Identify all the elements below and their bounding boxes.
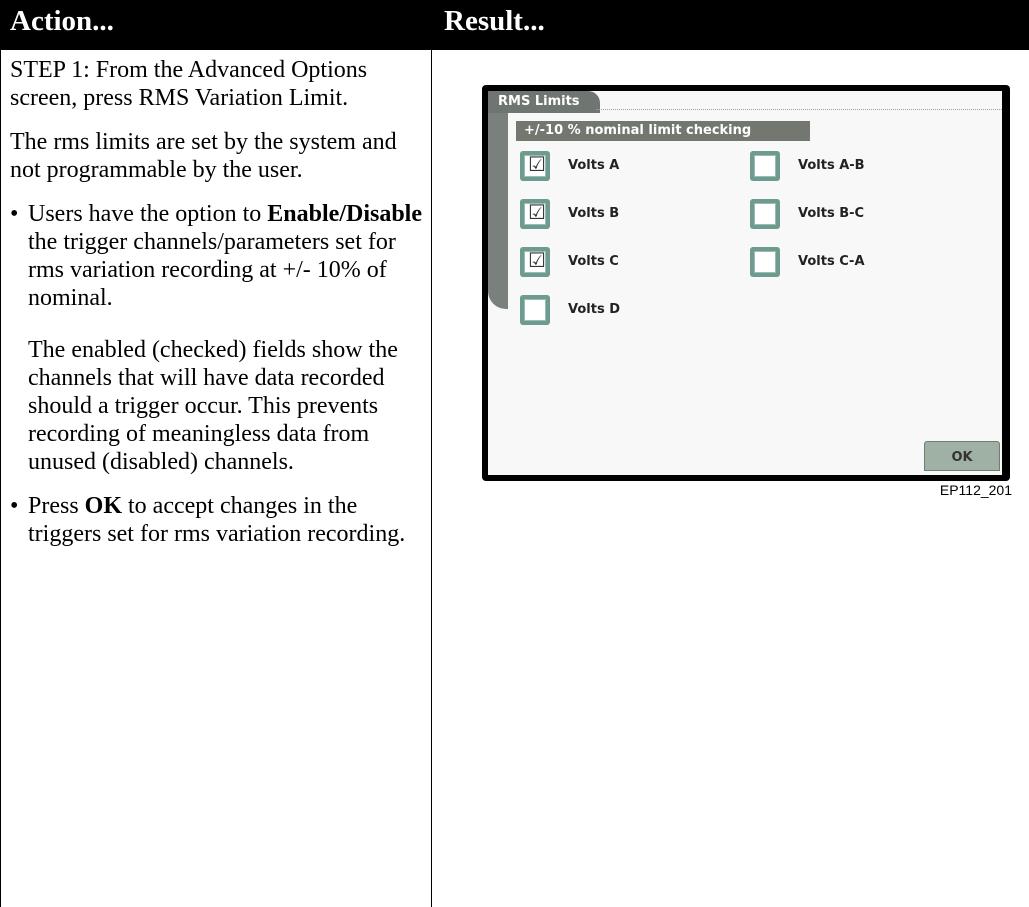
checkbox-box (524, 299, 546, 321)
device-screen-frame: RMS Limits +/-10 % nominal limit checkin… (482, 85, 1010, 481)
step-text: STEP 1: From the Advanced Options screen… (10, 57, 368, 111)
note-text: The rms limits are set by the system and… (10, 129, 397, 183)
result-column-header: Result... (444, 5, 545, 37)
bullet-ok: • Press OK to accept changes in the trig… (10, 492, 422, 548)
check-mark-icon: ☑ (528, 200, 546, 224)
bullet-text-part: the trigger channels/parameters set for … (28, 229, 396, 311)
checkbox-volts-d[interactable] (520, 295, 550, 325)
bullet-sub-text: The enabled (checked) fields show the ch… (28, 337, 398, 475)
screen-sidebar (488, 113, 508, 309)
checkbox-label: Volts B (568, 206, 620, 221)
checkbox-label: Volts C-A (798, 254, 865, 269)
checkbox-volts-b-c[interactable] (750, 199, 780, 229)
bullet-text-part: Users have the option to (28, 201, 268, 227)
rms-limits-screen: RMS Limits +/-10 % nominal limit checkin… (488, 91, 1002, 475)
bullet-ok-text: Press OK to accept changes in the trigge… (28, 492, 422, 548)
checkbox-volts-a[interactable]: ☑ (520, 151, 550, 181)
checkbox-box (754, 203, 776, 225)
tab-divider (596, 109, 1002, 110)
limit-checking-bar: +/-10 % nominal limit checking (516, 121, 810, 141)
bullet-glyph: • (10, 493, 19, 519)
enable-disable-bold: Enable/Disable (267, 201, 422, 227)
check-mark-icon: ☑ (528, 248, 546, 272)
checkbox-label: Volts C (568, 254, 619, 269)
table-header: Action... Result... (0, 0, 1029, 50)
checkbox-volts-a-b[interactable] (750, 151, 780, 181)
action-column: STEP 1: From the Advanced Options screen… (10, 56, 422, 564)
checkbox-label: Volts A-B (798, 158, 865, 173)
checkbox-box (754, 155, 776, 177)
checkbox-volts-b[interactable]: ☑ (520, 199, 550, 229)
column-divider (431, 50, 432, 907)
checkbox-box: ☑ (524, 152, 546, 177)
figure-caption: EP112_201 (939, 482, 1012, 498)
checkbox-box: ☑ (524, 248, 546, 273)
table-left-border (0, 50, 1, 907)
checkbox-volts-c-a[interactable] (750, 247, 780, 277)
ok-button[interactable]: OK (924, 441, 1000, 471)
rms-limits-tab[interactable]: RMS Limits (488, 91, 600, 113)
checkbox-box (754, 251, 776, 273)
bullet-enable-disable: • Users have the option to Enable/Disabl… (10, 200, 422, 476)
check-mark-icon: ☑ (528, 152, 546, 176)
bullet-enable-disable-text: Users have the option to Enable/Disable … (28, 200, 422, 312)
checkbox-label: Volts A (568, 158, 620, 173)
bullet-text-part: Press (28, 493, 85, 519)
ok-bold: OK (84, 493, 123, 519)
checkbox-label: Volts D (568, 302, 621, 317)
checkbox-volts-c[interactable]: ☑ (520, 247, 550, 277)
bullet-glyph: • (10, 201, 19, 227)
checkbox-label: Volts B-C (798, 206, 865, 221)
action-column-header: Action... (10, 5, 114, 37)
checkbox-box: ☑ (524, 200, 546, 225)
